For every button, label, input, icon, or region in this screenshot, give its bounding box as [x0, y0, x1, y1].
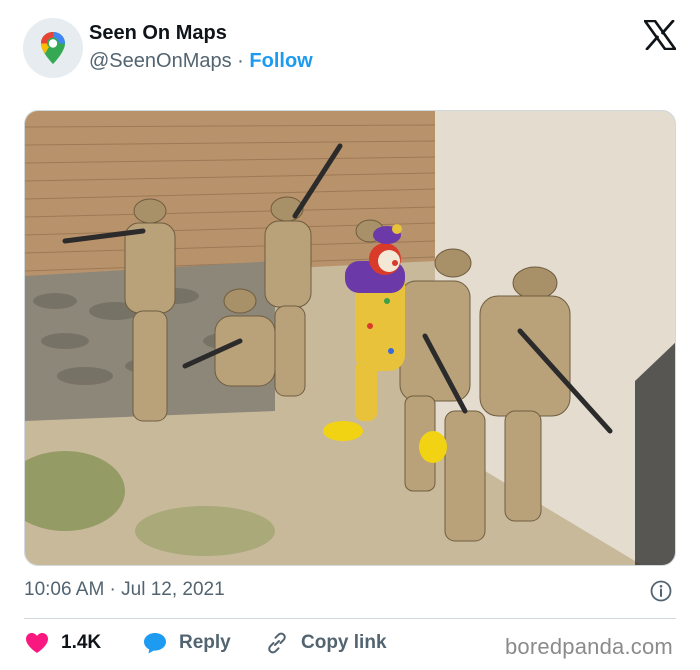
watermark: boredpanda.com — [505, 634, 673, 659]
photo-icon — [25, 111, 675, 565]
copy-link-button[interactable]: Copy link — [265, 629, 387, 657]
reply-label: Reply — [179, 632, 231, 653]
copy-link-label: Copy link — [301, 632, 387, 653]
reply-button[interactable]: Reply — [143, 629, 231, 657]
like-count: 1.4K — [61, 632, 102, 653]
author-display-name[interactable]: Seen On Maps — [89, 22, 227, 45]
follow-button[interactable]: Follow — [249, 50, 312, 72]
like-button[interactable]: 1.4K — [25, 629, 101, 657]
tweet-photo[interactable] — [24, 110, 676, 566]
info-icon[interactable] — [650, 580, 672, 602]
x-logo-icon[interactable] — [644, 20, 676, 50]
heart-icon — [26, 633, 48, 653]
avatar[interactable] — [23, 18, 83, 78]
tweet-timestamp[interactable]: 10:06 AM · Jul 12, 2021 — [24, 579, 225, 601]
tweet-card: Seen On Maps @SeenOnMaps · Follow 10:06 … — [0, 0, 700, 670]
separator-dot: · — [237, 50, 250, 72]
author-handle-row: @SeenOnMaps · Follow — [89, 50, 313, 73]
map-pin-icon — [41, 32, 65, 64]
author-handle[interactable]: @SeenOnMaps — [89, 50, 232, 72]
reply-bubble-icon — [144, 633, 166, 654]
link-icon — [268, 632, 286, 654]
divider — [24, 618, 676, 619]
